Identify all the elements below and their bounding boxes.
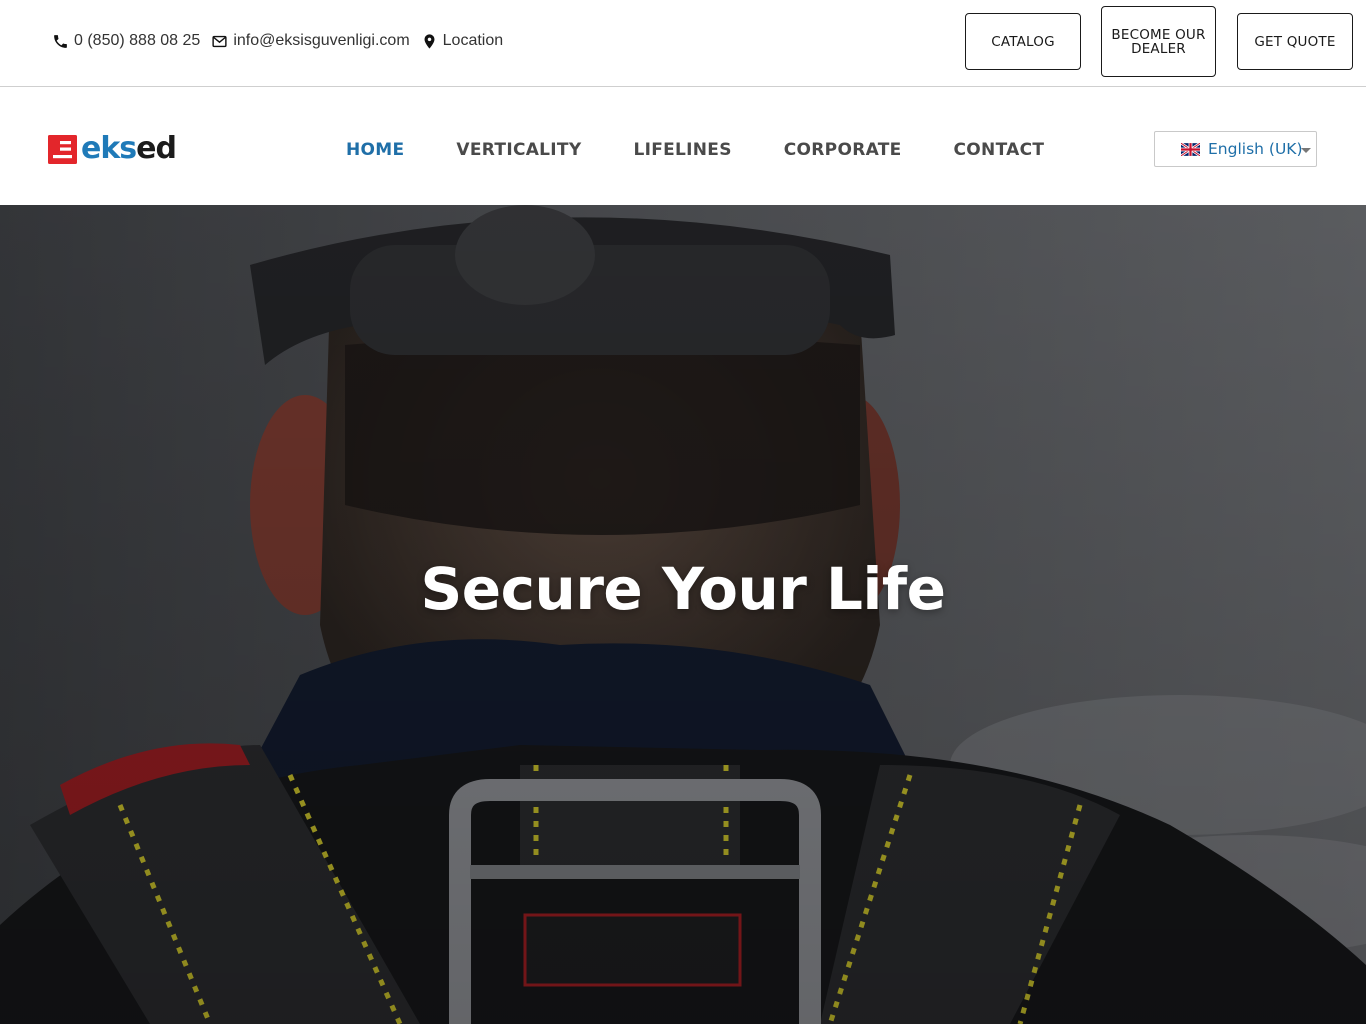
- nav-item-verticality[interactable]: VERTICALITY: [456, 140, 581, 160]
- email-link[interactable]: info@eksisguvenligi.com: [211, 32, 410, 50]
- logo-wordmark-part2: ed: [136, 131, 177, 166]
- logo-mark-icon: [48, 134, 77, 164]
- language-label: English (UK): [1208, 140, 1303, 158]
- catalog-button[interactable]: CATALOG: [965, 13, 1081, 70]
- main-navbar: eksed HOME VERTICALITY LIFELINES CORPORA…: [0, 88, 1366, 205]
- map-pin-icon: [424, 33, 435, 49]
- get-quote-button[interactable]: GET QUOTE: [1237, 13, 1353, 70]
- nav-item-contact[interactable]: CONTACT: [954, 140, 1045, 160]
- uk-flag-icon: [1181, 142, 1200, 156]
- logo-wordmark: eksed: [81, 131, 177, 166]
- top-bar: 0 (850) 888 08 25 info@eksisguvenligi.co…: [0, 0, 1366, 87]
- nav-item-home[interactable]: HOME: [346, 140, 404, 160]
- nav-item-corporate[interactable]: CORPORATE: [784, 140, 902, 160]
- language-selector[interactable]: English (UK): [1154, 131, 1317, 167]
- phone-link[interactable]: 0 (850) 888 08 25: [52, 32, 200, 50]
- hero-section: Secure Your Life: [0, 205, 1366, 1024]
- envelope-icon: [212, 35, 227, 47]
- nav-item-lifelines[interactable]: LIFELINES: [633, 140, 731, 160]
- contact-info: 0 (850) 888 08 25 info@eksisguvenligi.co…: [52, 31, 514, 51]
- become-dealer-button[interactable]: BECOME OUR DEALER: [1101, 6, 1216, 77]
- chevron-down-icon: [1301, 148, 1311, 153]
- logo-wordmark-part1: eks: [81, 131, 137, 166]
- email-address: info@eksisguvenligi.com: [233, 32, 410, 49]
- location-label: Location: [442, 32, 504, 49]
- location-link[interactable]: Location: [421, 32, 504, 50]
- nav-menu: HOME VERTICALITY LIFELINES CORPORATE CON…: [346, 138, 1096, 162]
- brand-logo[interactable]: eksed: [48, 131, 177, 166]
- hero-title: Secure Your Life: [420, 555, 946, 623]
- phone-icon: [54, 34, 67, 48]
- phone-number: 0 (850) 888 08 25: [74, 32, 201, 49]
